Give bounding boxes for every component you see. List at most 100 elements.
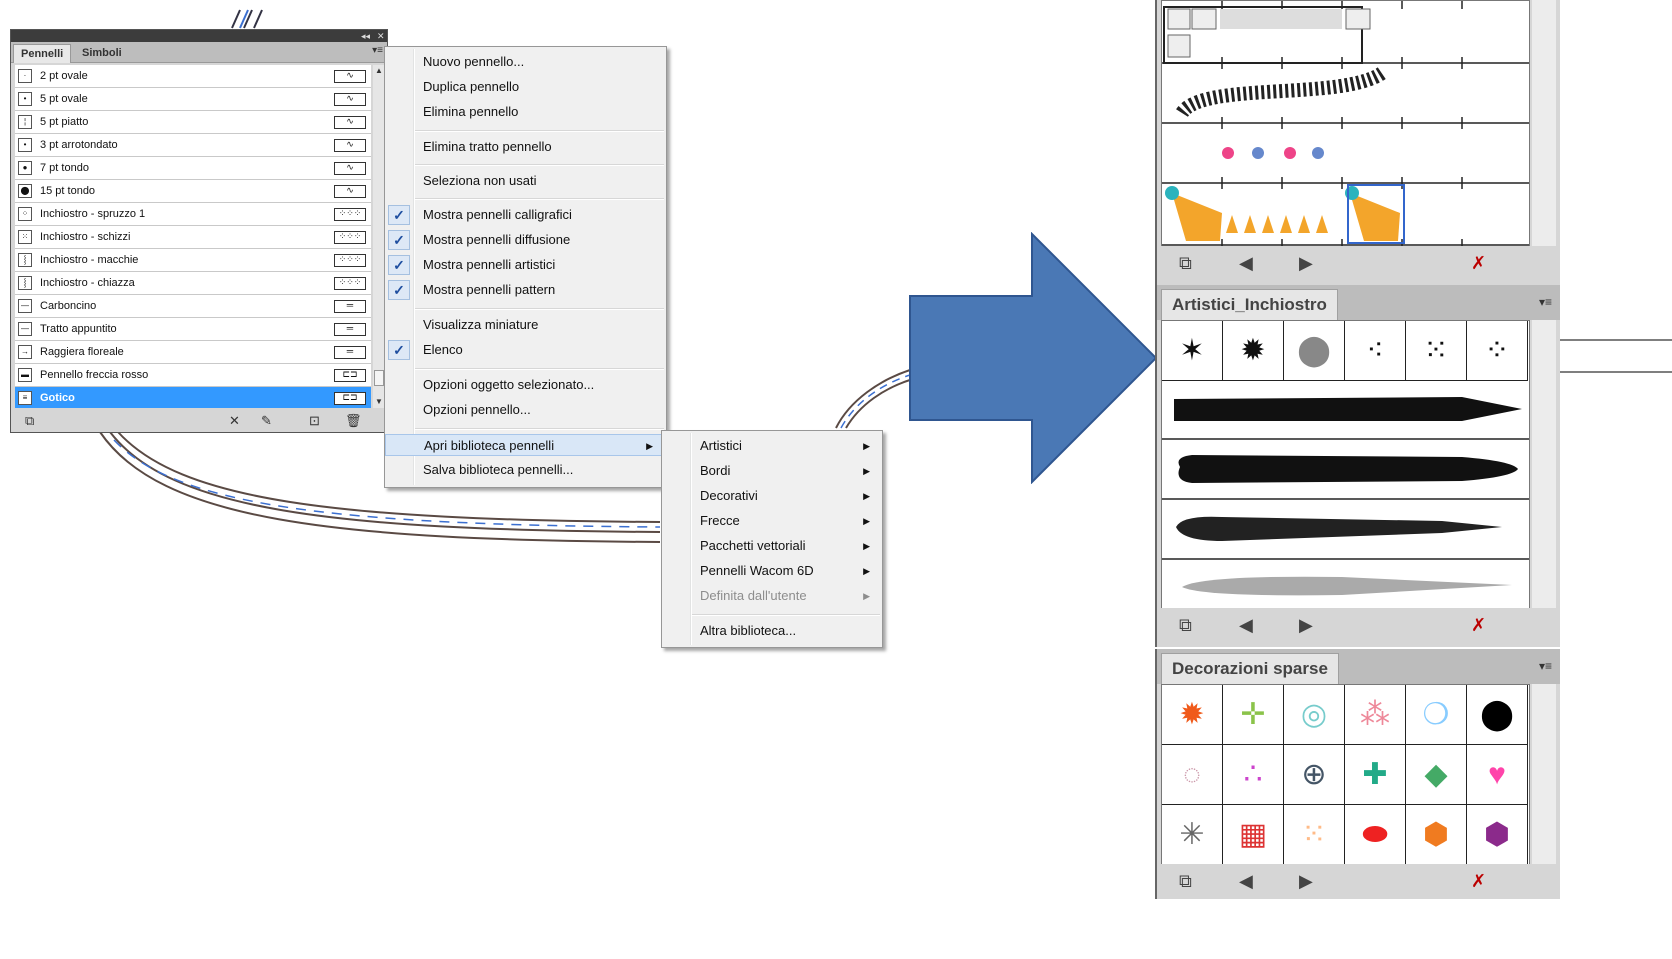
ink-splat-3-icon[interactable]: ⬤ bbox=[1284, 321, 1345, 381]
brush-list-item[interactable]: • 3 pt arrotondato ∿ bbox=[15, 134, 371, 157]
remove-brush-stroke-icon[interactable]: ✕ bbox=[229, 413, 240, 429]
library-menu-item[interactable]: Altra biblioteca... bbox=[662, 620, 882, 642]
library-tab-title[interactable]: Artistici_Inchiostro bbox=[1161, 289, 1338, 320]
sunburst-icon[interactable]: ✹ bbox=[1162, 685, 1223, 745]
crosshair-circle-icon[interactable]: ⊕ bbox=[1284, 745, 1345, 805]
panel-menu-icon[interactable]: ▾≡ bbox=[369, 45, 383, 57]
menu-item[interactable]: ✓ Mostra pennelli pattern bbox=[385, 279, 666, 301]
brush-list-item[interactable]: → Raggiera floreale ═ bbox=[15, 341, 371, 364]
library-menu-item[interactable]: Bordi ▶ bbox=[662, 460, 882, 482]
menu-item[interactable]: Salva biblioteca pennelli... bbox=[385, 459, 666, 481]
brush-list-item[interactable]: ⬤ 15 pt tondo ∿ bbox=[15, 180, 371, 203]
heart-icon[interactable]: ♥ bbox=[1467, 745, 1528, 805]
ink-splat-1-icon[interactable]: ✶ bbox=[1162, 321, 1223, 381]
library-menu-icon[interactable]: ▾≡ bbox=[1539, 295, 1552, 309]
tetris-icon[interactable]: ✚ bbox=[1345, 745, 1406, 805]
library-menu-item[interactable]: Pacchetti vettoriali ▶ bbox=[662, 535, 882, 557]
next-library-icon[interactable]: ▶ bbox=[1299, 615, 1313, 635]
purple-hexagon-icon[interactable]: ⬢ bbox=[1467, 805, 1528, 865]
capsule-icon[interactable]: ⬬ bbox=[1345, 805, 1406, 865]
brush-list-item[interactable]: — Tratto appuntito ═ bbox=[15, 318, 371, 341]
library-menu-item[interactable]: Artistici ▶ bbox=[662, 435, 882, 457]
brush-list: · 2 pt ovale ∿ • 5 pt ovale ∿ ¦ 5 pt piatto ∿ • 3 … bbox=[15, 65, 371, 408]
menu-item-label: Artistici bbox=[700, 438, 742, 453]
black-circle-icon[interactable]: ⬤ bbox=[1467, 685, 1528, 745]
library-tab-title[interactable]: Decorazioni sparse bbox=[1161, 653, 1339, 684]
menu-item[interactable]: ✓ Elenco bbox=[385, 339, 666, 361]
brush-list-item[interactable]: ⁙ Inchiostro - schizzi ⁘⁘⁘ bbox=[15, 226, 371, 249]
collapse-icon[interactable]: ◂◂ bbox=[361, 30, 370, 42]
no-sync-icon[interactable]: ✗ bbox=[1471, 253, 1486, 273]
menu-item[interactable]: Opzioni oggetto selezionato... bbox=[385, 374, 666, 396]
brush-libraries-menu-icon[interactable]: ⧉ bbox=[25, 413, 34, 429]
dots-scatter-icon[interactable]: ∴ bbox=[1223, 745, 1284, 805]
brush-list-item[interactable]: · 2 pt ovale ∿ bbox=[15, 65, 371, 88]
library-menu-icon[interactable]: ⧉ bbox=[1179, 253, 1192, 273]
sparkle-icon[interactable]: ✛ bbox=[1223, 685, 1284, 745]
next-library-icon[interactable]: ▶ bbox=[1299, 253, 1313, 273]
brush-options-icon[interactable]: ✎ bbox=[261, 413, 272, 429]
check-icon: ✓ bbox=[388, 255, 410, 275]
previous-library-icon[interactable]: ◀ bbox=[1239, 253, 1253, 273]
brush-list-item[interactable]: — Carboncino ═ bbox=[15, 295, 371, 318]
brush-list-item[interactable]: ¦ 5 pt piatto ∿ bbox=[15, 111, 371, 134]
library-menu-icon[interactable]: ⧉ bbox=[1179, 871, 1192, 891]
library-menu-item[interactable]: Frecce ▶ bbox=[662, 510, 882, 532]
menu-item[interactable]: Seleziona non usati bbox=[385, 170, 666, 192]
menu-item[interactable]: Apri biblioteca pennelli ▶ bbox=[385, 434, 666, 456]
pastel-dots-icon[interactable]: ⁙ bbox=[1284, 805, 1345, 865]
brush-list-item[interactable]: ⁘ Inchiostro - spruzzo 1 ⁘⁘⁘ bbox=[15, 203, 371, 226]
gems-icon[interactable]: ◆ bbox=[1406, 745, 1467, 805]
concentric-circles-icon[interactable]: ◎ bbox=[1284, 685, 1345, 745]
ink-splat-5-icon[interactable]: ⁙ bbox=[1406, 321, 1467, 381]
library-menu-item[interactable]: Pennelli Wacom 6D ▶ bbox=[662, 560, 882, 582]
menu-item[interactable]: Elimina tratto pennello bbox=[385, 136, 666, 158]
library-scrollbar[interactable] bbox=[1532, 320, 1556, 608]
ink-splat-2-icon[interactable]: ✹ bbox=[1223, 321, 1284, 381]
scroll-thumb[interactable] bbox=[374, 370, 384, 386]
brush-list-item[interactable]: ▬ Pennello freccia rosso ⊏⊐ bbox=[15, 364, 371, 387]
bubbles-icon[interactable]: ❍ bbox=[1406, 685, 1467, 745]
menu-item[interactable]: ✓ Mostra pennelli artistici bbox=[385, 254, 666, 276]
brush-list-item[interactable]: • 5 pt ovale ∿ bbox=[15, 88, 371, 111]
menu-item[interactable]: Nuovo pennello... bbox=[385, 51, 666, 73]
delete-brush-icon[interactable]: 🗑 bbox=[345, 413, 362, 429]
library-scrollbar[interactable] bbox=[1532, 684, 1556, 864]
brush-list-item[interactable]: ⸾ Inchiostro - chiazza ⁘⁘⁘ bbox=[15, 272, 371, 295]
previous-library-icon[interactable]: ◀ bbox=[1239, 871, 1253, 891]
menu-item[interactable]: ✓ Mostra pennelli calligrafici bbox=[385, 204, 666, 226]
plaid-icon[interactable]: ▦ bbox=[1223, 805, 1284, 865]
menu-item-label: Visualizza miniature bbox=[423, 317, 539, 332]
panel-titlebar[interactable]: ◂◂ ✕ bbox=[11, 30, 387, 42]
brush-list-item[interactable]: ● 7 pt tondo ∿ bbox=[15, 157, 371, 180]
tab-pennelli[interactable]: Pennelli bbox=[13, 44, 72, 63]
library-menu-icon[interactable]: ▾≡ bbox=[1539, 659, 1552, 673]
menu-item-label: Seleziona non usati bbox=[423, 173, 537, 188]
brush-list-item[interactable]: ⸾ Inchiostro - macchie ⁘⁘⁘ bbox=[15, 249, 371, 272]
confetti-icon[interactable]: ⁂ bbox=[1345, 685, 1406, 745]
check-icon: ✓ bbox=[388, 205, 410, 225]
next-library-icon[interactable]: ▶ bbox=[1299, 871, 1313, 891]
library-menu-icon[interactable]: ⧉ bbox=[1179, 615, 1192, 635]
orange-hexagon-icon[interactable]: ⬢ bbox=[1406, 805, 1467, 865]
menu-item[interactable]: ✓ Mostra pennelli diffusione bbox=[385, 229, 666, 251]
menu-item[interactable]: Elimina pennello bbox=[385, 101, 666, 123]
tab-simboli[interactable]: Simboli bbox=[75, 44, 129, 62]
close-icon[interactable]: ✕ bbox=[377, 30, 385, 42]
soft-dots-icon[interactable]: ◌ bbox=[1162, 745, 1223, 805]
library-scrollbar[interactable] bbox=[1532, 0, 1556, 246]
menu-item[interactable]: Visualizza miniature bbox=[385, 314, 666, 336]
ink-splat-6-icon[interactable]: ⁘ bbox=[1467, 321, 1528, 381]
brush-list-item[interactable]: ≡ Gotico ⊏⊐ bbox=[15, 387, 371, 408]
menu-item[interactable]: Opzioni pennello... bbox=[385, 399, 666, 421]
no-sync-icon[interactable]: ✗ bbox=[1471, 871, 1486, 891]
library-menu-item[interactable]: Decorativi ▶ bbox=[662, 485, 882, 507]
previous-library-icon[interactable]: ◀ bbox=[1239, 615, 1253, 635]
no-sync-icon[interactable]: ✗ bbox=[1471, 615, 1486, 635]
menu-item-label: Duplica pennello bbox=[423, 79, 520, 94]
new-brush-icon[interactable]: ⊡ bbox=[309, 413, 320, 429]
menu-item[interactable]: Duplica pennello bbox=[385, 76, 666, 98]
pattern-brush-list bbox=[1161, 0, 1530, 248]
starburst-lines-icon[interactable]: ✳ bbox=[1162, 805, 1223, 865]
ink-splat-4-icon[interactable]: ⁖ bbox=[1345, 321, 1406, 381]
